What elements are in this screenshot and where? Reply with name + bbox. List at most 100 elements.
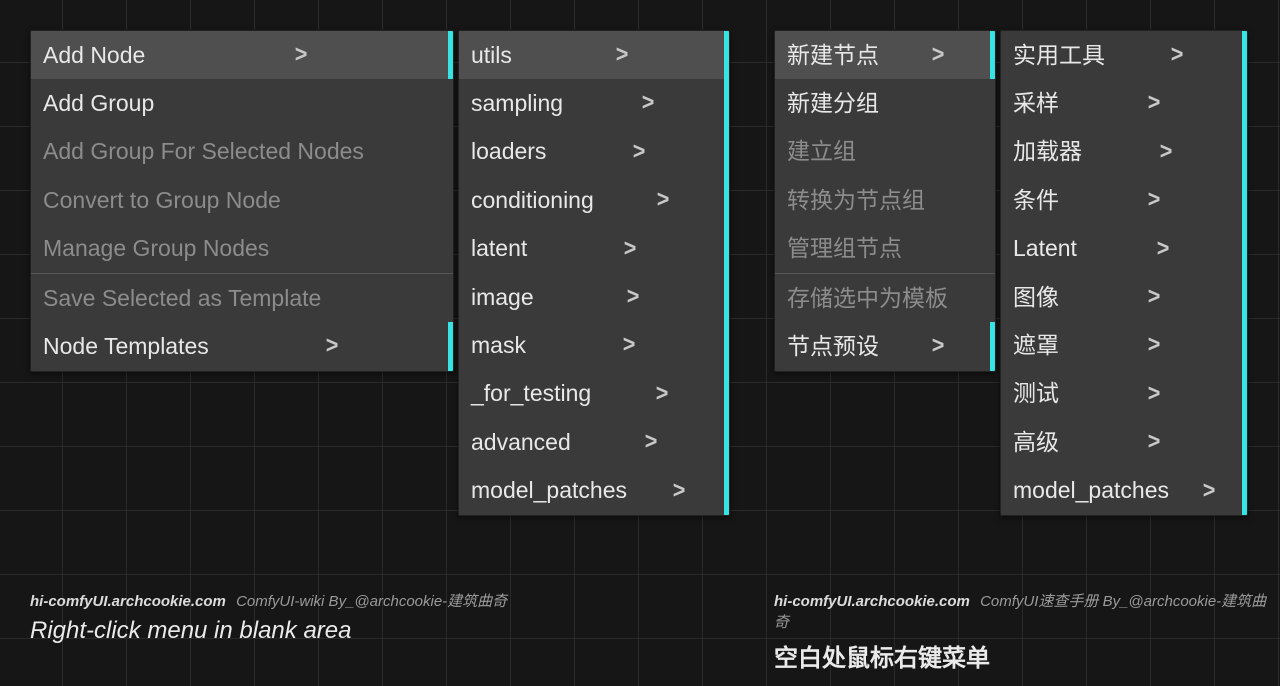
menu-item-manage-group-nodes-cn: 管理组节点 > <box>775 225 995 273</box>
menu-item-label: _for_testing <box>471 378 591 409</box>
menu-item-label: 测试 <box>1013 378 1059 409</box>
submenu-item-utils[interactable]: utils > <box>459 31 729 79</box>
chevron-right-icon: > <box>1160 136 1173 168</box>
submenu-item-image-cn[interactable]: 图像 > <box>1001 273 1247 321</box>
submenu-item-utils-cn[interactable]: 实用工具 > <box>1001 31 1247 79</box>
chevron-right-icon: > <box>633 136 646 168</box>
menu-item-label: 条件 <box>1013 185 1059 216</box>
menu-item-add-group[interactable]: Add Group > <box>31 79 453 127</box>
submenu-item-latent[interactable]: latent > <box>459 225 729 273</box>
submenu-item-mask-cn[interactable]: 遮罩 > <box>1001 321 1247 369</box>
chevron-right-icon: > <box>1157 233 1170 265</box>
menu-item-label: Latent <box>1013 233 1077 264</box>
chevron-right-icon: > <box>1148 281 1161 313</box>
submenu-item-loaders-cn[interactable]: 加载器 > <box>1001 128 1247 176</box>
menu-item-label: Add Node <box>43 40 145 71</box>
menu-item-label: model_patches <box>1013 475 1169 506</box>
menu-item-label: Save Selected as Template <box>43 283 321 314</box>
menu-item-convert-group-node: Convert to Group Node > <box>31 176 453 224</box>
submenu-item-sampling[interactable]: sampling > <box>459 79 729 127</box>
context-menu-left[interactable]: Add Node > Add Group > Add Group For Sel… <box>30 30 454 372</box>
menu-item-label: mask <box>471 330 526 361</box>
chevron-right-icon: > <box>932 330 945 362</box>
chevron-right-icon: > <box>641 87 654 119</box>
submenu-item-for-testing[interactable]: _for_testing > <box>459 370 729 418</box>
submenu-left[interactable]: utils > sampling > loaders > conditionin… <box>458 30 730 516</box>
menu-item-label: 采样 <box>1013 88 1059 119</box>
menu-item-label: Node Templates <box>43 331 209 362</box>
caption-left: Right-click menu in blank area <box>30 617 507 645</box>
chevron-right-icon: > <box>1148 184 1161 216</box>
menu-item-label: 新建分组 <box>787 88 879 119</box>
submenu-item-sampling-cn[interactable]: 采样 > <box>1001 79 1247 127</box>
submenu-item-image[interactable]: image > <box>459 273 729 321</box>
submenu-item-model-patches[interactable]: model_patches > <box>459 467 729 515</box>
menu-item-new-group[interactable]: 新建分组 > <box>775 79 995 127</box>
submenu-item-latent-cn[interactable]: Latent > <box>1001 225 1247 273</box>
footer-right: hi-comfyUI.archcookie.com ComfyUI速查手册 By… <box>774 590 1280 632</box>
menu-item-label: 图像 <box>1013 282 1059 313</box>
submenu-item-conditioning-cn[interactable]: 条件 > <box>1001 176 1247 224</box>
submenu-item-loaders[interactable]: loaders > <box>459 128 729 176</box>
menu-item-node-templates[interactable]: Node Templates > <box>31 322 453 370</box>
chevron-right-icon: > <box>326 330 339 362</box>
menu-item-label: Manage Group Nodes <box>43 233 269 264</box>
submenu-item-model-patches-cn[interactable]: model_patches > <box>1001 467 1247 515</box>
menu-item-label: advanced <box>471 427 571 458</box>
menu-item-label: model_patches <box>471 475 627 506</box>
chevron-right-icon: > <box>1203 475 1216 507</box>
menu-item-label: Add Group <box>43 88 154 119</box>
footer-url: hi-comfyUI.archcookie.com <box>774 593 970 610</box>
menu-item-label: utils <box>471 40 512 71</box>
chevron-right-icon: > <box>673 475 686 507</box>
caption-right: 空白处鼠标右键菜单 <box>774 638 1280 673</box>
menu-item-build-group: 建立组 > <box>775 128 995 176</box>
submenu-item-mask[interactable]: mask > <box>459 321 729 369</box>
menu-item-label: Convert to Group Node <box>43 185 281 216</box>
menu-item-label: 存储选中为模板 <box>787 283 948 314</box>
submenu-item-conditioning[interactable]: conditioning > <box>459 176 729 224</box>
footer-credit: ComfyUI-wiki By_@archcookie-建筑曲奇 <box>236 593 507 610</box>
chevron-right-icon: > <box>627 281 640 313</box>
chevron-right-icon: > <box>1148 87 1161 119</box>
menu-item-label: 实用工具 <box>1013 40 1105 71</box>
chevron-right-icon: > <box>1148 329 1161 361</box>
menu-item-save-template-cn: 存储选中为模板 > <box>775 274 995 322</box>
submenu-right[interactable]: 实用工具 > 采样 > 加载器 > 条件 > Latent > 图像 > <box>1000 30 1248 516</box>
submenu-item-advanced-cn[interactable]: 高级 > <box>1001 418 1247 466</box>
menu-item-save-template: Save Selected as Template > <box>31 274 453 322</box>
menu-item-label: 高级 <box>1013 427 1059 458</box>
menu-item-label: image <box>471 282 534 313</box>
menu-item-label: loaders <box>471 136 546 167</box>
menu-item-add-node[interactable]: Add Node > <box>31 31 453 79</box>
chevron-right-icon: > <box>1148 378 1161 410</box>
menu-item-node-presets[interactable]: 节点预设 > <box>775 322 995 370</box>
menu-item-label: 管理组节点 <box>787 233 902 264</box>
menu-item-label: 加载器 <box>1013 136 1082 167</box>
submenu-item-advanced[interactable]: advanced > <box>459 418 729 466</box>
menu-item-label: 遮罩 <box>1013 330 1059 361</box>
submenu-item-testing-cn[interactable]: 测试 > <box>1001 370 1247 418</box>
chevron-right-icon: > <box>623 233 636 265</box>
chevron-right-icon: > <box>294 39 307 71</box>
menu-item-new-node[interactable]: 新建节点 > <box>775 31 995 79</box>
chevron-right-icon: > <box>1171 39 1184 71</box>
menu-item-label: 节点预设 <box>787 331 879 362</box>
menu-item-label: latent <box>471 233 527 264</box>
menu-item-manage-group-nodes: Manage Group Nodes > <box>31 225 453 273</box>
menu-item-label: 新建节点 <box>787 40 879 71</box>
menu-item-label: 转换为节点组 <box>787 185 925 216</box>
submenu-stripe <box>448 31 453 79</box>
menu-item-label: conditioning <box>471 185 594 216</box>
chevron-right-icon: > <box>657 184 670 216</box>
chevron-right-icon: > <box>623 329 636 361</box>
chevron-right-icon: > <box>932 39 945 71</box>
chevron-right-icon: > <box>616 39 629 71</box>
context-menu-right[interactable]: 新建节点 > 新建分组 > 建立组 > 转换为节点组 > 管理组节点 > 存储选… <box>774 30 996 372</box>
submenu-stripe <box>448 322 453 370</box>
menu-item-label: Add Group For Selected Nodes <box>43 136 364 167</box>
menu-item-add-group-selected: Add Group For Selected Nodes > <box>31 128 453 176</box>
menu-item-label: 建立组 <box>787 136 856 167</box>
chevron-right-icon: > <box>1148 426 1161 458</box>
menu-item-convert-node-group: 转换为节点组 > <box>775 176 995 224</box>
